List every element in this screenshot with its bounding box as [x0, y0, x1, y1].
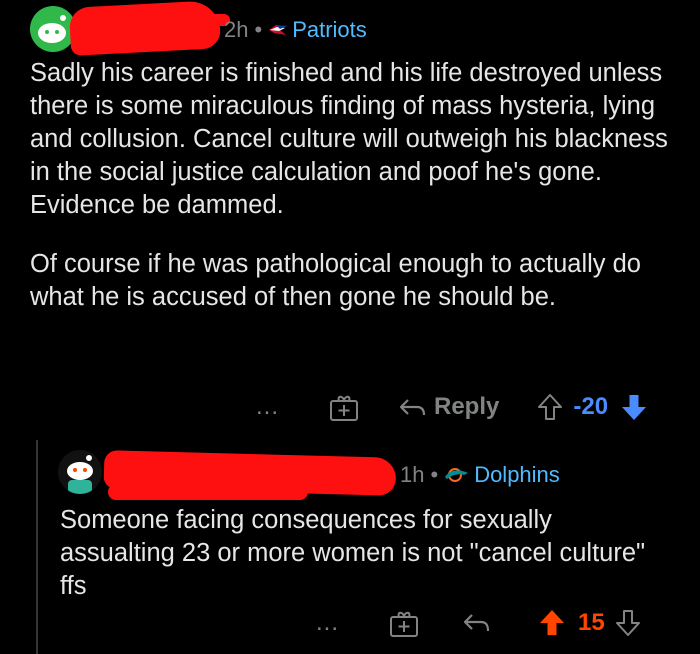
- comment-paragraph: Someone facing consequences for sexually…: [60, 506, 646, 600]
- downvote-button[interactable]: [620, 392, 648, 422]
- comment-meta: 2h • Patriots: [224, 17, 367, 43]
- redacted-username-edge: [108, 484, 308, 500]
- flair-label: Dolphins: [474, 462, 560, 487]
- snoo-avatar-icon: [58, 450, 102, 494]
- separator-dot: •: [430, 462, 439, 487]
- reply-button[interactable]: [462, 611, 492, 635]
- more-options-button[interactable]: ...: [256, 393, 296, 421]
- upvote-button[interactable]: [537, 393, 563, 421]
- vote-score: 15: [578, 609, 605, 636]
- reply-arrow-icon: [399, 399, 426, 416]
- upvote-button[interactable]: [538, 608, 566, 638]
- more-options-button[interactable]: ...: [316, 609, 356, 637]
- award-button[interactable]: [388, 608, 420, 638]
- redacted-username: [68, 0, 222, 56]
- vote-score: -20: [573, 393, 609, 420]
- gift-award-icon: [390, 611, 418, 637]
- reply-arrow-icon: [463, 614, 490, 632]
- comment-actions: ... 15: [316, 608, 641, 638]
- reply-label: Reply: [434, 393, 500, 420]
- comment-paragraph: Of course if he was pathological enough …: [30, 250, 641, 311]
- upvote-arrow-filled-icon: [540, 610, 564, 635]
- upvote-arrow-outline-icon: [538, 394, 563, 420]
- comment-1: 2h • Patriots Sadly his career is finish…: [0, 0, 700, 440]
- user-flair: Dolphins: [444, 462, 560, 488]
- downvote-arrow-outline-icon: [615, 610, 640, 636]
- downvote-arrow-filled-icon: [622, 395, 647, 420]
- user-flair: Patriots: [268, 17, 367, 43]
- gift-award-icon: [330, 395, 358, 421]
- dolphins-logo-icon: [445, 468, 469, 482]
- comment-meta: 1h • Dolphins: [400, 462, 560, 488]
- patriots-logo-icon: [269, 25, 288, 35]
- user-avatar[interactable]: [58, 450, 102, 494]
- separator-dot: •: [254, 17, 263, 42]
- comment-body: Someone facing consequences for sexually…: [60, 504, 660, 603]
- comment-paragraph: Sadly his career is finished and his lif…: [30, 59, 668, 219]
- comment-body: Sadly his career is finished and his lif…: [30, 57, 675, 314]
- flair-label: Patriots: [292, 17, 367, 42]
- downvote-button[interactable]: [615, 609, 641, 637]
- comment-time: 1h: [400, 462, 425, 487]
- comment-actions: ... Reply -20: [256, 392, 648, 422]
- award-button[interactable]: [328, 392, 360, 422]
- reply-button[interactable]: Reply: [398, 393, 499, 421]
- comment-2: 1h • Dolphins Someone facing consequence…: [0, 440, 700, 654]
- comment-time: 2h: [224, 17, 249, 42]
